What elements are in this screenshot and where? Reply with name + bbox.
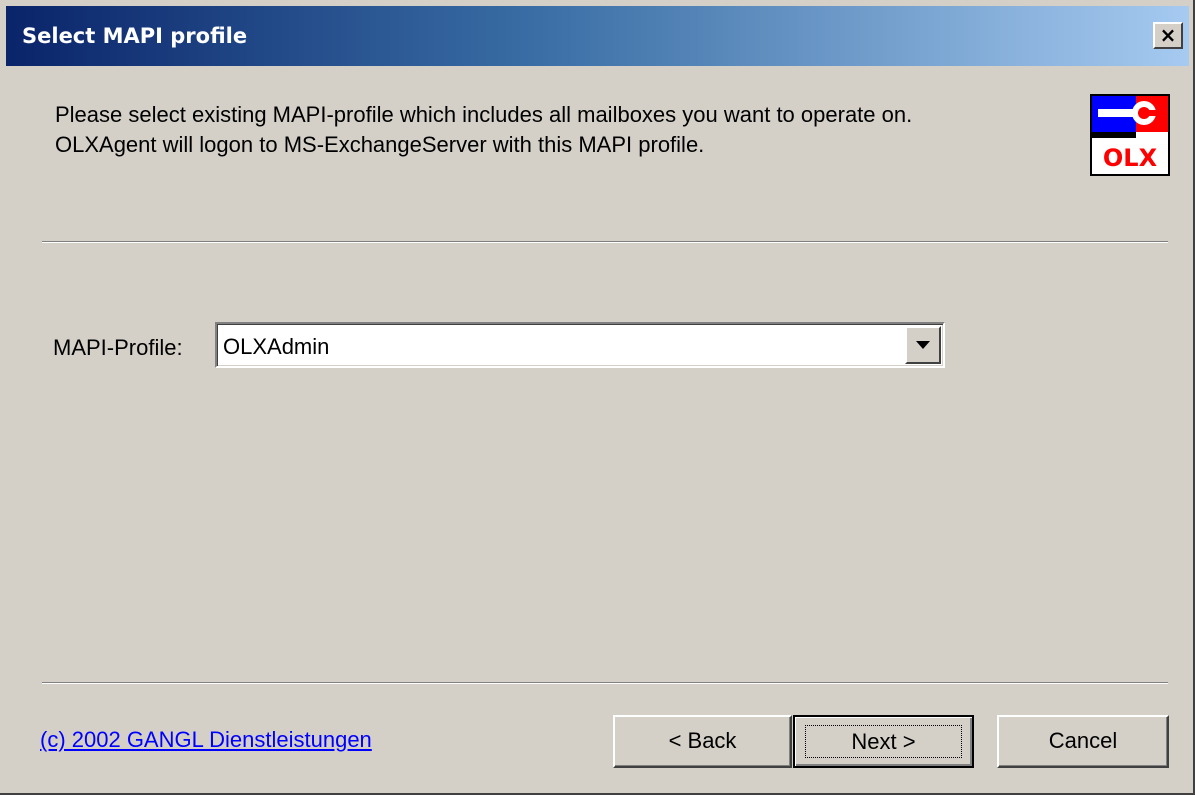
dialog-window: Select MAPI profile × Please select exis… xyxy=(0,0,1195,795)
instruction-line-1: Please select existing MAPI-profile whic… xyxy=(55,102,913,127)
next-button-label: Next > xyxy=(805,725,962,758)
chevron-down-icon xyxy=(916,341,930,349)
mapi-profile-combobox[interactable]: OLXAdmin xyxy=(215,322,945,368)
window-title: Select MAPI profile xyxy=(22,24,248,48)
mapi-profile-label: MAPI-Profile: xyxy=(53,335,183,360)
dropdown-button[interactable] xyxy=(905,326,941,364)
olx-logo: OLX xyxy=(1090,94,1170,176)
instructions-text: Please select existing MAPI-profile whic… xyxy=(55,100,1065,160)
close-icon: × xyxy=(1159,23,1177,47)
header-separator xyxy=(42,241,1168,243)
back-button[interactable]: < Back xyxy=(613,715,792,768)
next-button[interactable]: Next > xyxy=(793,715,974,768)
title-bar[interactable]: Select MAPI profile × xyxy=(6,6,1189,66)
logo-text: OLX xyxy=(1103,144,1158,172)
close-button[interactable]: × xyxy=(1153,22,1183,49)
mapi-profile-value[interactable]: OLXAdmin xyxy=(223,334,329,360)
footer-separator xyxy=(42,682,1168,684)
copyright-link[interactable]: (c) 2002 GANGL Dienstleistungen xyxy=(40,727,372,753)
instruction-line-2: OLXAgent will logon to MS-ExchangeServer… xyxy=(55,132,705,157)
cancel-button[interactable]: Cancel xyxy=(997,715,1169,768)
